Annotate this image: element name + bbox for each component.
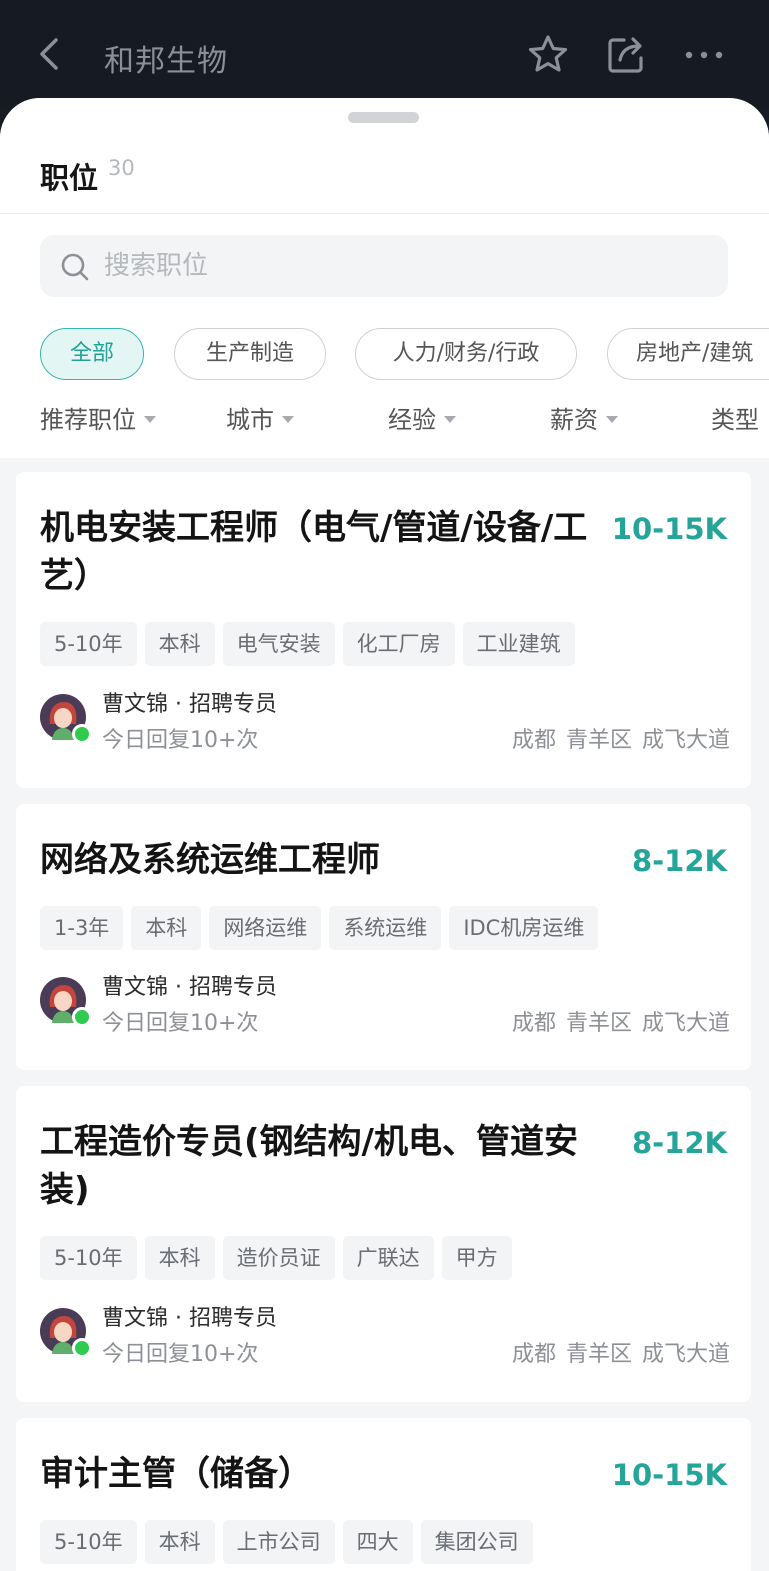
job-tag: 集团公司 xyxy=(420,1520,533,1564)
reply-stat: 今日回复10+次 xyxy=(102,1342,259,1367)
recruiter-name: 曹文锦 · 招聘专员 xyxy=(102,692,277,717)
back-button[interactable] xyxy=(34,36,68,72)
job-tag: 本科 xyxy=(144,622,215,666)
filter-recommended[interactable]: 推荐职位 xyxy=(40,400,156,435)
job-title: 工程造价专员(钢结构/机电、管道安装) xyxy=(40,1122,578,1210)
location-area: 成飞大道 xyxy=(641,1342,730,1367)
job-card[interactable]: 网络及系统运维工程师 8-12K 1-3年 本科 网络运维 系统运维 IDC机房运维 曹… xyxy=(16,804,751,1070)
online-status-dot xyxy=(72,1338,92,1358)
job-tag: 甲方 xyxy=(441,1236,512,1280)
reply-stat: 今日回复10+次 xyxy=(102,728,259,753)
top-navigation-bar: 和邦生物 xyxy=(0,0,769,110)
filter-label: 类型 xyxy=(711,406,759,434)
location-city: 成都 xyxy=(511,728,556,753)
job-salary: 8-12K xyxy=(631,844,727,878)
job-tag: 化工厂房 xyxy=(342,622,455,666)
job-tag: 工业建筑 xyxy=(462,622,575,666)
caret-down-icon xyxy=(444,415,456,423)
company-name: 和邦生物 xyxy=(104,44,228,79)
location-city: 成都 xyxy=(511,1342,556,1367)
job-tags: 5-10年 本科 电气安装 化工厂房 工业建筑 xyxy=(40,622,583,666)
job-tag: 网络运维 xyxy=(209,906,322,950)
search-icon xyxy=(61,253,89,281)
divider xyxy=(0,213,769,214)
job-tag: 本科 xyxy=(144,1520,215,1564)
filter-city[interactable]: 城市 xyxy=(226,400,294,435)
recruiter-info: 曹文锦 · 招聘专员 今日回复10+次 成都 青羊区 成飞大道 xyxy=(40,1300,730,1368)
job-location: 成都 青羊区 成飞大道 xyxy=(502,1005,730,1037)
filter-label: 薪资 xyxy=(550,406,598,434)
job-tag: 1-3年 xyxy=(40,906,124,950)
job-tag: 造价员证 xyxy=(222,1236,335,1280)
job-tag: 5-10年 xyxy=(40,1236,137,1280)
recruiter-info: 曹文锦 · 招聘专员 今日回复10+次 成都 青羊区 成飞大道 xyxy=(40,686,730,754)
back-chevron-icon xyxy=(40,38,58,70)
share-icon xyxy=(608,37,643,73)
online-status-dot xyxy=(72,1007,92,1027)
job-title: 网络及系统运维工程师 xyxy=(40,840,380,880)
online-status-dot xyxy=(72,724,92,744)
job-card[interactable]: 工程造价专员(钢结构/机电、管道安装) 8-12K 5-10年 本科 造价员证 广联达… xyxy=(16,1086,751,1402)
job-tag: 本科 xyxy=(131,906,202,950)
job-tag: IDC机房运维 xyxy=(449,906,599,950)
jobs-sheet: 职位 30 全部 生产制造 人力/财务/行政 房地产/建筑 推荐职位 城市 经验… xyxy=(0,98,769,1571)
filter-salary[interactable]: 薪资 xyxy=(550,400,618,435)
location-area: 成飞大道 xyxy=(641,1011,730,1036)
location-city: 成都 xyxy=(511,1011,556,1036)
category-chips: 全部 生产制造 人力/财务/行政 房地产/建筑 xyxy=(0,328,769,382)
category-chip-real-estate[interactable]: 房地产/建筑 xyxy=(607,328,769,380)
reply-stat: 今日回复10+次 xyxy=(102,1011,259,1036)
job-tag: 四大 xyxy=(342,1520,413,1564)
recruiter-name: 曹文锦 · 招聘专员 xyxy=(102,975,277,1000)
job-card[interactable]: 审计主管（储备） 10-15K 5-10年 本科 上市公司 四大 集团公司 xyxy=(16,1418,751,1571)
search-input[interactable] xyxy=(104,235,704,297)
recruiter-name: 曹文锦 · 招聘专员 xyxy=(102,1306,277,1331)
job-tag: 5-10年 xyxy=(40,1520,137,1564)
more-dots-icon xyxy=(685,51,723,59)
filter-type[interactable]: 类型 xyxy=(711,400,759,435)
job-tags: 5-10年 本科 上市公司 四大 集团公司 xyxy=(40,1520,541,1564)
star-icon xyxy=(528,35,568,72)
jobs-sheet-header: 职位 30 全部 生产制造 人力/财务/行政 房地产/建筑 推荐职位 城市 经验… xyxy=(0,98,769,458)
job-salary: 10-15K xyxy=(611,512,727,546)
category-chip-hr-finance-admin[interactable]: 人力/财务/行政 xyxy=(355,328,577,380)
job-title: 审计主管（储备） xyxy=(40,1454,312,1494)
caret-down-icon xyxy=(144,415,156,423)
favorite-button[interactable] xyxy=(526,33,570,77)
share-button[interactable] xyxy=(604,33,648,77)
filter-label: 经验 xyxy=(388,406,436,434)
filter-bar: 推荐职位 城市 经验 薪资 类型 xyxy=(0,400,769,440)
job-salary: 8-12K xyxy=(631,1126,727,1160)
location-district: 青羊区 xyxy=(565,728,632,753)
job-tag: 上市公司 xyxy=(222,1520,335,1564)
filter-label: 城市 xyxy=(226,406,274,434)
job-tags: 1-3年 本科 网络运维 系统运维 IDC机房运维 xyxy=(40,906,606,950)
job-card[interactable]: 机电安装工程师（电气/管道/设备/工艺） 10-15K 5-10年 本科 电气安装化… xyxy=(16,472,751,788)
job-tags: 5-10年 本科 造价员证 广联达 甲方 xyxy=(40,1236,520,1280)
category-chip-all[interactable]: 全部 xyxy=(40,328,144,380)
job-salary: 10-15K xyxy=(611,1458,727,1492)
caret-down-icon xyxy=(606,415,618,423)
filter-label: 推荐职位 xyxy=(40,406,136,434)
drag-handle[interactable] xyxy=(348,112,419,123)
search-box[interactable] xyxy=(40,235,728,297)
more-button[interactable] xyxy=(682,33,726,77)
job-title: 机电安装工程师（电气/管道/设备/工艺） xyxy=(40,508,588,596)
job-tag: 5-10年 xyxy=(40,622,137,666)
location-district: 青羊区 xyxy=(565,1342,632,1367)
job-tag: 系统运维 xyxy=(329,906,442,950)
recruiter-info: 曹文锦 · 招聘专员 今日回复10+次 成都 青羊区 成飞大道 xyxy=(40,969,730,1037)
filter-experience[interactable]: 经验 xyxy=(388,400,456,435)
job-tag: 本科 xyxy=(144,1236,215,1280)
category-chip-manufacturing[interactable]: 生产制造 xyxy=(174,328,326,380)
location-district: 青羊区 xyxy=(565,1011,632,1036)
job-location: 成都 青羊区 成飞大道 xyxy=(502,1336,730,1368)
job-tag: 电气安装 xyxy=(222,622,335,666)
caret-down-icon xyxy=(282,415,294,423)
job-tag: 广联达 xyxy=(342,1236,434,1280)
jobs-count: 30 xyxy=(108,156,135,180)
location-area: 成飞大道 xyxy=(641,728,730,753)
job-location: 成都 青羊区 成飞大道 xyxy=(502,722,730,754)
jobs-heading: 职位 xyxy=(40,161,99,195)
